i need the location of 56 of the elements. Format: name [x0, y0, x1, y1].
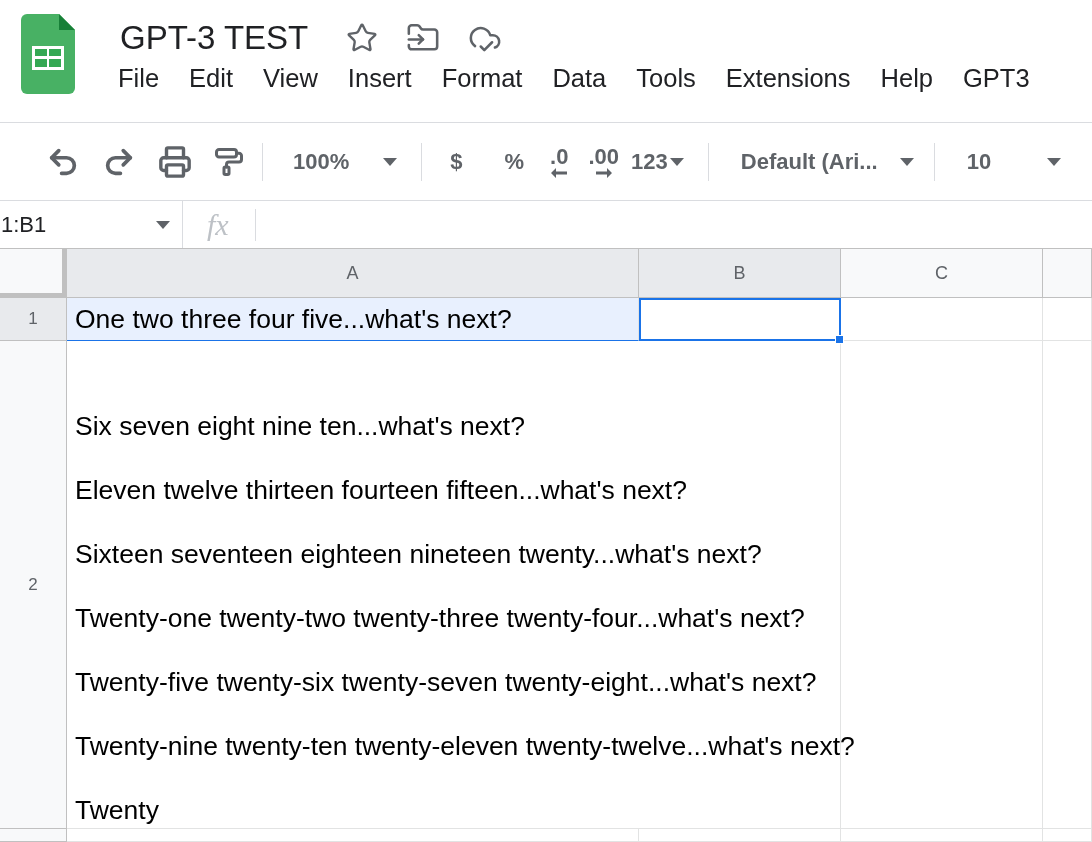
- table-cell[interactable]: [639, 298, 841, 341]
- menu-item[interactable]: Data: [552, 64, 607, 93]
- caret-icon: [669, 157, 684, 166]
- menu-item[interactable]: Tools: [636, 64, 696, 93]
- cell-text: Twenty-five twenty-six twenty-seven twenty-eight...what's next?: [75, 666, 817, 698]
- star-icon[interactable]: [346, 22, 379, 54]
- table-cell[interactable]: [1043, 341, 1092, 829]
- row-header[interactable]: 2: [0, 341, 67, 829]
- caret-icon: [156, 220, 170, 229]
- column-header[interactable]: B: [639, 249, 841, 298]
- font-dropdown[interactable]: Default (Ari...: [740, 148, 914, 175]
- document-title[interactable]: GPT-3 TEST: [120, 19, 309, 57]
- caret-icon: [1047, 157, 1062, 166]
- cell-range-text: 1:B1: [1, 211, 47, 238]
- menu-item[interactable]: GPT3: [963, 64, 1030, 93]
- table-cell[interactable]: [841, 298, 1043, 341]
- cell-text: Six seven eight nine ten...what's next?: [75, 410, 525, 442]
- table-cell[interactable]: [841, 829, 1043, 842]
- menu-item[interactable]: Format: [441, 64, 523, 93]
- menu-item[interactable]: File: [118, 64, 160, 93]
- increase-decimal-button[interactable]: .00: [588, 145, 620, 178]
- spreadsheet-logo-icon[interactable]: [21, 14, 75, 94]
- menu-item[interactable]: Edit: [189, 64, 234, 93]
- menu-item[interactable]: Help: [880, 64, 933, 93]
- cell-text: Twenty: [75, 794, 159, 826]
- cell-text: Eleven twelve thirteen fourteen fifteen...what's next?: [75, 474, 687, 506]
- caret-icon: [899, 157, 914, 166]
- percent-format-button[interactable]: %: [504, 148, 525, 175]
- caret-icon: [383, 157, 398, 166]
- function-label: fx: [207, 207, 229, 242]
- table-cell[interactable]: One two three four five...what's next?: [67, 298, 639, 341]
- paint-format-icon[interactable]: [214, 146, 244, 177]
- menu-item[interactable]: Extensions: [725, 64, 851, 93]
- column-header[interactable]: A: [67, 249, 639, 298]
- table-cell[interactable]: [1043, 829, 1092, 842]
- cell-text: Twenty-nine twenty-ten twenty-eleven twenty-twelve...what's next?: [75, 730, 855, 762]
- table-cell[interactable]: [1043, 298, 1092, 341]
- cell-text: One two three four five...what's next?: [75, 303, 512, 335]
- fill-handle[interactable]: [835, 335, 844, 344]
- left-arrow-icon: [551, 167, 568, 178]
- name-box[interactable]: 1:B1: [0, 201, 183, 248]
- table-cell[interactable]: [639, 829, 841, 842]
- print-icon[interactable]: [158, 144, 192, 179]
- right-arrow-icon: [595, 167, 612, 178]
- decrease-decimal-button[interactable]: .0: [550, 145, 569, 178]
- menu-item[interactable]: Insert: [347, 64, 412, 93]
- row-header[interactable]: 1: [0, 298, 67, 341]
- zoom-dropdown[interactable]: 100%: [293, 148, 398, 175]
- cell-text: Twenty-one twenty-two twenty-three twenty-four...what's next?: [75, 602, 805, 634]
- column-header[interactable]: C: [841, 249, 1043, 298]
- menu-item[interactable]: View: [263, 64, 318, 93]
- table-cell[interactable]: [67, 829, 639, 842]
- currency-format-button[interactable]: $: [450, 148, 463, 175]
- cell-text: Sixteen seventeen eighteen nineteen twenty...what's next?: [75, 538, 762, 570]
- number-format-dropdown[interactable]: 123: [631, 148, 684, 175]
- font-size-dropdown[interactable]: 10: [966, 148, 1062, 175]
